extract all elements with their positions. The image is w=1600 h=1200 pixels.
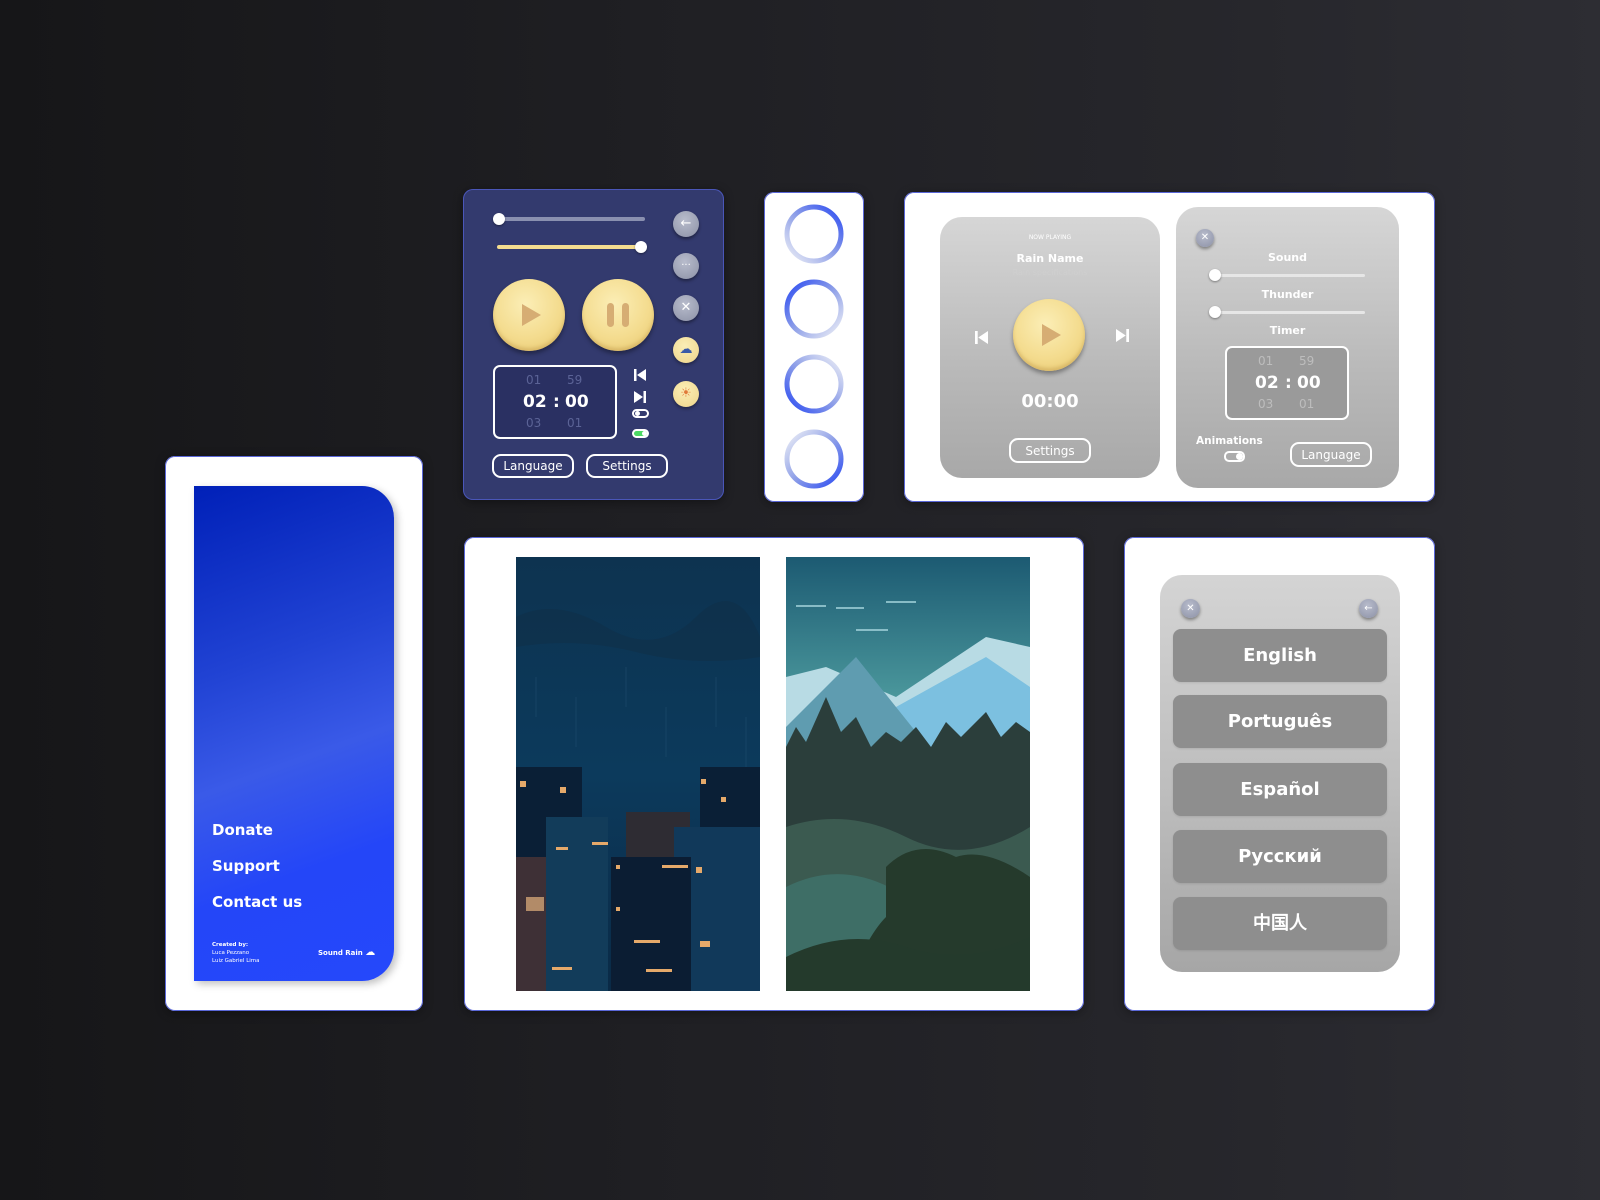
timer-prev-hours: 01 [1258, 354, 1274, 368]
timer-prev-minutes: 59 [567, 373, 583, 387]
pause-icon [607, 303, 614, 327]
timer-next-minutes: 01 [567, 416, 583, 430]
timer-minutes: 00 [1297, 373, 1321, 393]
settings-panel: ✕ Sound Thunder Timer 01 59 02 : 00 03 0… [1176, 207, 1399, 488]
menu-item-donate[interactable]: Donate [212, 821, 273, 839]
toggle-knob [635, 411, 640, 416]
timer-hours: 02 [523, 392, 547, 412]
toggle-knob [1236, 453, 1243, 460]
language-button[interactable]: Language [492, 454, 574, 478]
back-button[interactable]: ← [673, 211, 699, 237]
menu-item-contact-us[interactable]: Contact us [212, 893, 302, 911]
track-title: Rain Name [1016, 252, 1084, 265]
language-button[interactable]: Language [1290, 442, 1372, 467]
rain-mode-button[interactable]: ☁ [673, 337, 699, 363]
timer-picker[interactable]: 01 59 02 : 00 03 01 [493, 365, 617, 439]
play-icon [522, 304, 541, 326]
now-playing-panel: NOW PLAYING Rain Name Rain specification… [940, 217, 1160, 478]
settings-button[interactable]: Settings [586, 454, 668, 478]
volume-slider-thumb[interactable] [493, 213, 505, 225]
more-button[interactable]: ··· [673, 253, 699, 279]
loading-spinner [784, 354, 844, 414]
language-option-spanish[interactable]: Español [1173, 763, 1387, 816]
thunder-slider-thumb[interactable] [1209, 306, 1221, 318]
language-option-english[interactable]: English [1173, 629, 1387, 682]
toggle-on[interactable] [632, 429, 649, 438]
close-icon: ✕ [1200, 232, 1210, 243]
timer-next-hours: 03 [526, 416, 542, 430]
player-controls-panel: 01 59 02 : 00 03 01 ← ··· ✕ ☁ ☀ Language… [463, 189, 724, 500]
timer-label: Timer [1269, 324, 1306, 337]
play-button[interactable] [1013, 299, 1085, 371]
sound-label: Sound [1267, 251, 1307, 264]
timer-separator: : [553, 392, 560, 412]
intensity-slider[interactable] [497, 245, 645, 249]
timer-separator: : [1285, 373, 1292, 393]
sound-rain-logo: Sound Rain ☁ [318, 947, 376, 958]
more-dots-icon: ··· [681, 260, 691, 271]
cloud-icon: ☁ [365, 947, 376, 958]
close-button[interactable]: ✕ [673, 295, 699, 321]
play-icon [1042, 324, 1061, 346]
loading-spinner [784, 279, 844, 339]
sun-icon: ☀ [680, 386, 692, 401]
player-settings-card: NOW PLAYING Rain Name Rain specification… [904, 192, 1435, 502]
play-button[interactable] [493, 279, 565, 351]
scenes-card [464, 537, 1084, 1011]
animations-label: Animations [1196, 435, 1263, 447]
skip-next-icon [1116, 329, 1129, 342]
rain-cloud-icon: ☁ [679, 342, 693, 357]
timer-picker[interactable]: 01 59 02 : 00 03 01 [1225, 346, 1349, 420]
intensity-slider-thumb[interactable] [635, 241, 647, 253]
pause-button[interactable] [582, 279, 654, 351]
now-playing-eyebrow: NOW PLAYING [1028, 234, 1072, 241]
credit-author-2: Luiz Gabriel Lima [212, 958, 260, 964]
thunder-slider[interactable] [1215, 311, 1365, 314]
thunder-label: Thunder [1261, 288, 1314, 301]
close-icon: ✕ [680, 300, 692, 315]
logo-text: Sound Rain [318, 949, 363, 957]
volume-slider[interactable] [497, 217, 645, 221]
pause-icon-bar [622, 303, 629, 327]
close-button[interactable]: ✕ [1181, 599, 1200, 618]
scene-mountain-forest[interactable] [786, 557, 1030, 991]
credits-title: Created by: [212, 942, 249, 948]
language-option-russian[interactable]: Русский [1173, 830, 1387, 883]
skip-previous-icon [975, 331, 988, 344]
language-option-portuguese[interactable]: Português [1173, 695, 1387, 748]
timer-minutes: 00 [565, 392, 589, 412]
toggle-off[interactable] [632, 409, 649, 418]
close-icon: ✕ [1186, 603, 1195, 614]
loading-spinner [784, 429, 844, 489]
sound-slider-thumb[interactable] [1209, 269, 1221, 281]
credit-author-1: Luca Pezzano [212, 950, 250, 956]
day-mode-button[interactable]: ☀ [673, 381, 699, 407]
loading-spinner [784, 204, 844, 264]
back-button[interactable]: ← [1359, 599, 1378, 618]
timer-next-hours: 03 [1258, 397, 1274, 411]
skip-next-button[interactable] [1116, 327, 1129, 346]
sound-slider[interactable] [1215, 274, 1365, 277]
timer-next-minutes: 01 [1299, 397, 1315, 411]
skip-previous-icon[interactable] [634, 369, 646, 383]
arrow-left-icon: ← [1364, 603, 1373, 614]
skip-previous-button[interactable] [975, 329, 988, 348]
scene-rainy-city[interactable] [516, 557, 760, 991]
timer-prev-minutes: 59 [1299, 354, 1315, 368]
animations-toggle[interactable] [1224, 451, 1245, 462]
loading-spinners-card [764, 192, 864, 502]
language-option-chinese[interactable]: 中国人 [1173, 897, 1387, 950]
side-menu: Donate Support Contact us Created by: Lu… [194, 486, 394, 981]
timer-prev-hours: 01 [526, 373, 542, 387]
menu-item-support[interactable]: Support [212, 857, 280, 875]
settings-button[interactable]: Settings [1009, 438, 1091, 463]
close-button[interactable]: ✕ [1196, 229, 1214, 247]
toggle-knob [642, 431, 647, 436]
arrow-left-icon: ← [680, 216, 692, 231]
track-subtitle: Rain specifications [1012, 268, 1088, 277]
skip-next-icon[interactable] [634, 391, 646, 405]
elapsed-time: 00:00 [1021, 391, 1079, 412]
timer-hours: 02 [1255, 373, 1279, 393]
